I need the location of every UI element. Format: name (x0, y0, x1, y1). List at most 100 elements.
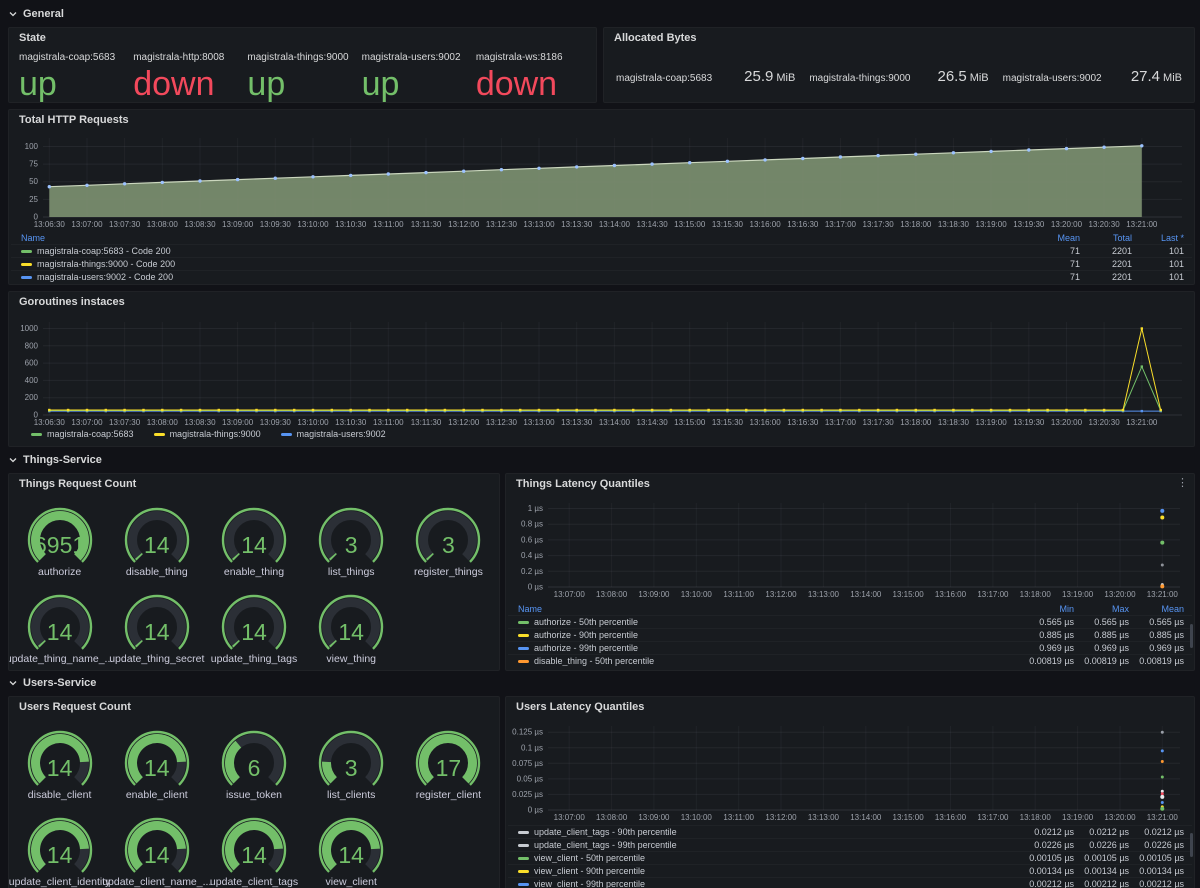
series-cell[interactable]: authorize - 90th percentile (518, 630, 1019, 640)
min-cell: 0.565 µs (1019, 617, 1074, 627)
series-name[interactable]: authorize - 50th percentile (534, 617, 638, 627)
svg-text:13:07:00: 13:07:00 (554, 813, 586, 822)
state-service-label: magistrala-ws:8186 (476, 52, 590, 63)
series-name[interactable]: disable_thing - 50th percentile (534, 656, 654, 666)
svg-text:13:06:30: 13:06:30 (34, 220, 66, 229)
svg-text:13:11:00: 13:11:00 (723, 813, 754, 822)
col-header[interactable]: Max (1074, 604, 1129, 614)
legend-series[interactable]: magistrala-users:9002 - Code 200 (21, 272, 1028, 282)
table-row: view_client - 50th percentile0.00105 µs0… (508, 851, 1192, 864)
series-name[interactable]: update_client_tags - 90th percentile (534, 827, 677, 837)
col-header[interactable]: Min (1019, 604, 1074, 614)
gauge: 3register_things (400, 496, 497, 583)
legend-header-name[interactable]: Name (21, 233, 1028, 243)
series-cell[interactable]: view_client - 50th percentile (518, 853, 1019, 863)
legend-mean: 71 (1028, 259, 1080, 269)
series-name[interactable]: update_client_tags - 99th percentile (534, 840, 677, 850)
series-name[interactable]: view_client - 90th percentile (534, 866, 645, 876)
legend-series[interactable]: magistrala-coap:5683 - Code 200 (21, 246, 1028, 256)
svg-text:13:14:00: 13:14:00 (850, 590, 882, 599)
series-name[interactable]: magistrala-coap:5683 (47, 429, 134, 439)
svg-text:0.4 µs: 0.4 µs (521, 551, 543, 560)
panel-title-goroutines[interactable]: Goroutines instaces (19, 296, 125, 308)
legend-item[interactable]: magistrala-things:9000 (154, 429, 261, 439)
panel-title-users-latency[interactable]: Users Latency Quantiles (516, 701, 644, 713)
series-cell[interactable]: view_client - 99th percentile (518, 879, 1019, 888)
series-name[interactable]: magistrala-coap:5683 - Code 200 (37, 246, 171, 256)
svg-text:13:12:30: 13:12:30 (486, 418, 518, 427)
table-scrollbar[interactable] (1190, 624, 1193, 648)
series-name[interactable]: magistrala-users:9002 (297, 429, 386, 439)
svg-text:13:14:00: 13:14:00 (599, 220, 631, 229)
panel-title-users-count[interactable]: Users Request Count (19, 701, 131, 713)
series-cell[interactable]: update_client_tags - 99th percentile (518, 840, 1019, 850)
svg-text:13:18:00: 13:18:00 (900, 220, 932, 229)
max-cell: 0.0226 µs (1074, 840, 1129, 850)
panel-title-allocated[interactable]: Allocated Bytes (614, 32, 697, 44)
legend-item[interactable]: magistrala-users:9002 (281, 429, 386, 439)
panel-title-things-count[interactable]: Things Request Count (19, 478, 136, 490)
col-header[interactable]: Name (518, 604, 542, 614)
panel-title-http[interactable]: Total HTTP Requests (19, 114, 129, 126)
series-name[interactable]: authorize - 99th percentile (534, 643, 638, 653)
series-cell[interactable]: view_client - 90th percentile (518, 866, 1019, 876)
svg-text:13:13:30: 13:13:30 (561, 418, 593, 427)
series-name[interactable]: authorize - 90th percentile (534, 630, 638, 640)
chevron-down-icon (8, 678, 18, 688)
svg-text:13:14:00: 13:14:00 (599, 418, 631, 427)
mean-cell: 0.885 µs (1129, 630, 1184, 640)
gauge: 14view_client (303, 806, 400, 888)
svg-text:13:15:30: 13:15:30 (712, 418, 744, 427)
section-general[interactable]: General (8, 8, 64, 20)
series-name[interactable]: magistrala-things:9000 (170, 429, 261, 439)
state-service-label: magistrala-users:9002 (362, 52, 476, 63)
series-name[interactable]: magistrala-things:9000 - Code 200 (37, 259, 175, 269)
allocated-unit: MiB (1163, 72, 1182, 84)
table-row: view_client - 90th percentile0.00134 µs0… (508, 864, 1192, 877)
col-header[interactable]: Total (1080, 233, 1132, 243)
svg-text:13:17:00: 13:17:00 (825, 220, 857, 229)
col-header[interactable]: Last * (1132, 233, 1184, 243)
series-cell[interactable]: authorize - 50th percentile (518, 617, 1019, 627)
col-header[interactable]: Mean (1129, 604, 1184, 614)
gauge: 17register_client (400, 719, 497, 806)
series-cell[interactable]: authorize - 99th percentile (518, 643, 1019, 653)
min-cell: 0.969 µs (1019, 643, 1074, 653)
svg-text:13:11:30: 13:11:30 (411, 220, 442, 229)
section-things-service[interactable]: Things-Service (8, 454, 102, 466)
panel-state: State magistrala-coap:5683upmagistrala-h… (8, 27, 597, 103)
mean-cell: 0.00819 µs (1129, 656, 1184, 666)
svg-text:1 µs: 1 µs (528, 504, 543, 513)
series-cell[interactable]: update_client_tags - 90th percentile (518, 827, 1019, 837)
legend-series[interactable]: magistrala-things:9000 - Code 200 (21, 259, 1028, 269)
panel-title-state[interactable]: State (19, 32, 46, 44)
section-users-service[interactable]: Users-Service (8, 677, 96, 689)
legend-row: magistrala-coap:5683 - Code 200712201101 (11, 244, 1192, 257)
series-name[interactable]: view_client - 99th percentile (534, 879, 645, 888)
series-name[interactable]: view_client - 50th percentile (534, 853, 645, 863)
legend-item[interactable]: magistrala-coap:5683 (31, 429, 134, 439)
svg-text:13:08:00: 13:08:00 (147, 220, 179, 229)
panel-menu-icon[interactable]: ⋮ (1177, 478, 1188, 489)
svg-text:13:07:00: 13:07:00 (71, 220, 103, 229)
col-header[interactable]: Mean (1028, 233, 1080, 243)
svg-text:13:17:30: 13:17:30 (863, 220, 895, 229)
min-cell: 0.0212 µs (1019, 827, 1074, 837)
svg-text:13:15:00: 13:15:00 (893, 813, 925, 822)
svg-text:13:21:00: 13:21:00 (1147, 813, 1179, 822)
allocated-value: 25.9MiB (744, 68, 795, 85)
series-name[interactable]: magistrala-users:9002 - Code 200 (37, 272, 173, 282)
col-header-name[interactable]: Name (21, 233, 45, 243)
things-latency-table: Name MinMaxMean authorize - 50th percentil… (508, 602, 1192, 667)
min-cell: 0.00212 µs (1019, 879, 1074, 888)
svg-text:13:07:00: 13:07:00 (71, 418, 103, 427)
col-header-name[interactable]: Name (518, 604, 1019, 614)
table-row: authorize - 90th percentile0.885 µs0.885… (508, 628, 1192, 641)
svg-text:50: 50 (29, 177, 38, 186)
gauge-value: 3 (303, 755, 400, 782)
table-scrollbar[interactable] (1190, 833, 1193, 857)
series-cell[interactable]: disable_thing - 50th percentile (518, 656, 1019, 666)
series-color-swatch (518, 634, 529, 637)
panel-title-things-latency[interactable]: Things Latency Quantiles (516, 478, 650, 490)
section-things-label: Things-Service (23, 454, 102, 466)
